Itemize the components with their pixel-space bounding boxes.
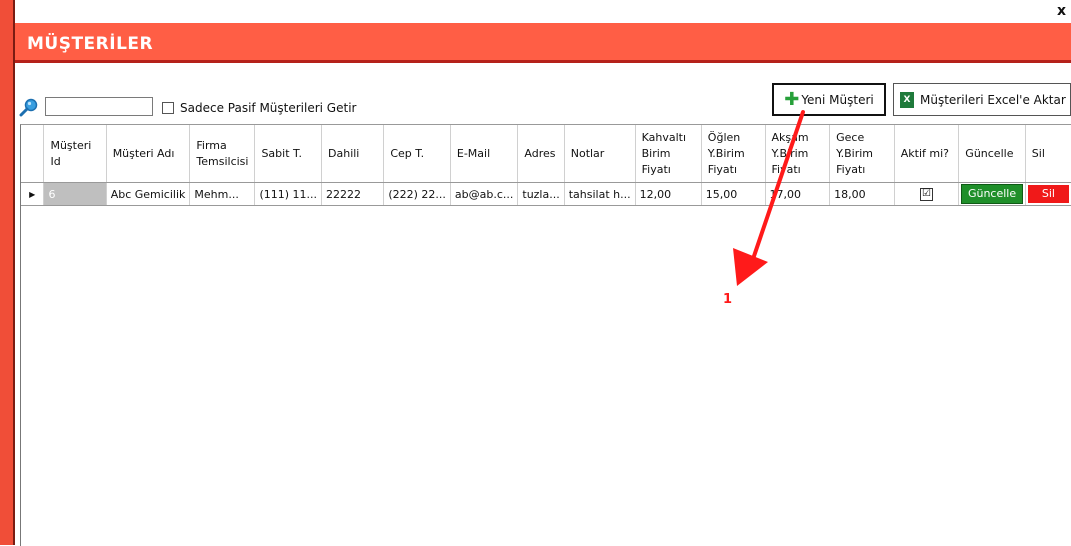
- column-header[interactable]: Kahvaltı Birim Fiyatı: [635, 125, 702, 183]
- cell-phone[interactable]: (111) 11...: [254, 182, 323, 206]
- column-header[interactable]: Müşteri Id: [43, 125, 107, 183]
- cell-active[interactable]: ☑: [894, 182, 960, 206]
- passive-only-checkbox[interactable]: [162, 102, 174, 114]
- column-header[interactable]: E-Mail: [450, 125, 519, 183]
- column-header[interactable]: Akşam Y.Birim Fiyatı: [765, 125, 831, 183]
- column-header[interactable]: Sabit T.: [254, 125, 323, 183]
- cell-update: Güncelle: [958, 182, 1026, 206]
- active-checkbox[interactable]: ☑: [920, 187, 934, 201]
- cell-mobile[interactable]: (222) 22...: [383, 182, 451, 206]
- column-header[interactable]: Aktif mi?: [894, 125, 960, 183]
- new-customer-button[interactable]: ✚ Yeni Müşteri: [772, 83, 886, 116]
- customers-grid[interactable]: Müşteri Id Müşteri Adı Firma Temsilcisi …: [20, 124, 1071, 546]
- column-header[interactable]: Sil: [1025, 125, 1071, 183]
- cell-name[interactable]: Abc Gemicilik: [106, 182, 191, 206]
- cell-ext[interactable]: 22222: [321, 182, 385, 206]
- close-button[interactable]: x: [1057, 3, 1066, 19]
- column-header[interactable]: Adres: [517, 125, 565, 183]
- plus-icon: ✚: [784, 88, 800, 110]
- cell-breakfast-price[interactable]: 12,00: [635, 182, 702, 206]
- excel-icon: X: [900, 91, 914, 108]
- row-header-corner: [21, 125, 45, 183]
- column-header[interactable]: Güncelle: [958, 125, 1026, 183]
- cell-night-price[interactable]: 18,00: [829, 182, 895, 206]
- cell-dinner-price[interactable]: 17,00: [765, 182, 831, 206]
- cell-id[interactable]: 6: [43, 182, 107, 206]
- delete-button[interactable]: Sil: [1027, 185, 1069, 203]
- column-header[interactable]: Notlar: [564, 125, 636, 183]
- cell-delete: Sil: [1025, 182, 1071, 206]
- export-excel-button[interactable]: X Müşterileri Excel'e Aktar: [893, 83, 1071, 116]
- search-icon[interactable]: [19, 97, 39, 117]
- passive-only-label: Sadece Pasif Müşterileri Getir: [180, 101, 357, 115]
- update-button[interactable]: Güncelle: [961, 184, 1023, 204]
- cell-notes[interactable]: tahsilat h...: [564, 182, 636, 206]
- customers-table: Müşteri Id Müşteri Adı Firma Temsilcisi …: [21, 125, 1071, 206]
- left-accent-edge: [13, 0, 15, 545]
- column-header[interactable]: Firma Temsilcisi: [189, 125, 256, 183]
- cell-address[interactable]: tuzla...: [517, 182, 565, 206]
- page-title: MÜŞTERİLER: [27, 34, 154, 54]
- column-header[interactable]: Cep T.: [383, 125, 451, 183]
- export-excel-label: Müşterileri Excel'e Aktar: [920, 92, 1066, 107]
- table-row[interactable]: ▶ 6 Abc Gemicilik Mehm... (111) 11... 22…: [21, 182, 1071, 206]
- cell-email[interactable]: ab@ab.c...: [450, 182, 519, 206]
- column-header[interactable]: Dahili: [321, 125, 385, 183]
- header-bar: MÜŞTERİLER: [15, 23, 1071, 63]
- column-header[interactable]: Öğlen Y.Birim Fiyatı: [701, 125, 766, 183]
- cell-rep[interactable]: Mehm...: [189, 182, 256, 206]
- column-header[interactable]: Gece Y.Birim Fiyatı: [829, 125, 895, 183]
- left-accent-bar: [0, 0, 13, 545]
- search-input[interactable]: [45, 97, 153, 116]
- cell-lunch-price[interactable]: 15,00: [701, 182, 766, 206]
- header-row: Müşteri Id Müşteri Adı Firma Temsilcisi …: [21, 125, 1071, 183]
- column-header[interactable]: Müşteri Adı: [106, 125, 191, 183]
- new-customer-label: Yeni Müşteri: [801, 92, 874, 107]
- row-selector-icon[interactable]: ▶: [21, 182, 45, 206]
